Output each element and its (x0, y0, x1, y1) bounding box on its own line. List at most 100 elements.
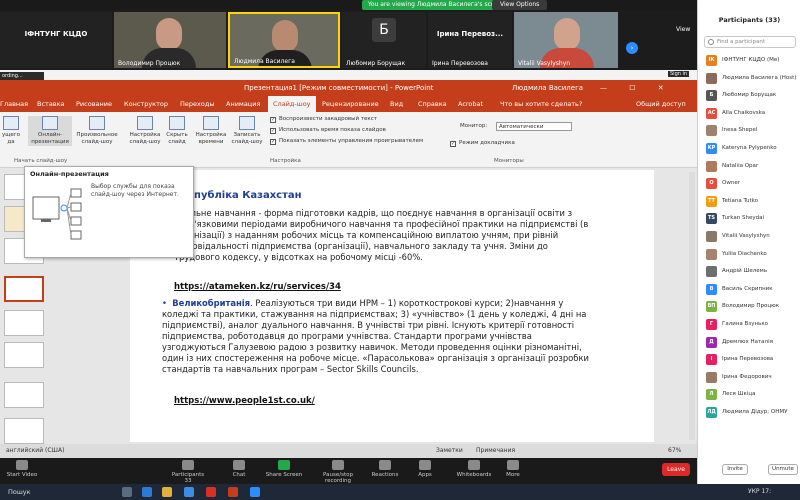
tab-help[interactable]: Справка (418, 96, 447, 112)
slide-thumbnail[interactable] (4, 342, 44, 368)
show-controls-checkbox[interactable]: ✓ Показать элементы управления проигрыват… (270, 136, 423, 146)
participant-row[interactable]: Vitalii Vasylyshyn (698, 228, 800, 246)
invite-button[interactable]: Invite (722, 464, 748, 475)
notes-button[interactable]: Заметки (436, 444, 463, 458)
participant-name: Inesa Shepel (722, 127, 758, 134)
video-tile[interactable]: Vitalii Vasylyshyn (514, 12, 618, 68)
chevron-right-icon[interactable]: › (626, 42, 638, 54)
online-presentation-button[interactable]: Онлайн- презентация (28, 116, 72, 146)
pause-recording-button[interactable]: Pause/stop recording (310, 460, 366, 484)
presenter-view-checkbox[interactable]: ✓ Режим докладчика (450, 138, 515, 148)
participant-row[interactable]: І Ірина Перевозова (698, 351, 800, 369)
participant-row[interactable]: Д Дремлюх Наталія (698, 334, 800, 352)
participant-row[interactable]: Людмила Василега (Host) (698, 70, 800, 88)
file-explorer-icon[interactable] (162, 487, 172, 497)
participants-panel: Participants (33) Find a participant ІК І… (697, 0, 800, 484)
vertical-scrollbar[interactable] (689, 172, 695, 440)
participant-row[interactable]: Б Любомир Борущак (698, 87, 800, 105)
tab-acrobat[interactable]: Acrobat (458, 96, 483, 112)
start-video-button[interactable]: Start Video (4, 460, 40, 478)
record-slideshow-button[interactable]: Записать слайд-шоу (230, 116, 264, 146)
setup-slideshow-button[interactable]: Настройка слайд-шоу (128, 116, 162, 146)
unmute-button[interactable]: Unmute (768, 464, 798, 475)
participant-row[interactable]: O Owner (698, 175, 800, 193)
participant-row[interactable]: TS Turkan Sheydai (698, 210, 800, 228)
participant-row[interactable]: ВП Володимир Процюк (698, 298, 800, 316)
tooltip-description: Выбор службы для показа слайд-шоу через … (91, 183, 179, 198)
slide-thumbnail[interactable] (4, 418, 44, 444)
window-controls[interactable]: — ☐ ✕ (600, 80, 674, 96)
tab-view[interactable]: Вид (390, 96, 403, 112)
participant-row[interactable]: KP Kateryna Pylypenko (698, 140, 800, 158)
participant-row[interactable]: Андрій Шелемь (698, 263, 800, 281)
tab-animation[interactable]: Анимация (226, 96, 260, 112)
tab-slideshow[interactable]: Слайд-шоу (268, 96, 316, 112)
slide-link-atameken[interactable]: https://atameken.kz/ru/services/34 (174, 282, 341, 292)
share-button[interactable]: Общий доступ (636, 96, 686, 112)
view-options-button[interactable]: View Options (492, 0, 548, 10)
slide[interactable]: Республіка Казахстан Дуальне навчання - … (130, 170, 654, 442)
chrome-icon[interactable] (206, 487, 216, 497)
tile-name: Vitalii Vasylyshyn (518, 60, 571, 67)
narration-checkbox[interactable]: ✓ Воспроизвести закадровый текст (270, 114, 377, 124)
participant-name: Людмила Василега (Host) (722, 74, 797, 81)
powerpoint-icon[interactable] (228, 487, 238, 497)
reactions-button[interactable]: Reactions (370, 460, 400, 478)
tab-home[interactable]: Главная (0, 96, 28, 112)
tab-draw[interactable]: Рисование (76, 96, 112, 112)
participant-row[interactable]: Г Галина Взунько (698, 316, 800, 334)
share-screen-button[interactable]: Share Screen (264, 460, 304, 478)
participant-row[interactable]: Л Леся Шкіца (698, 386, 800, 404)
whiteboards-button[interactable]: Whiteboards (454, 460, 494, 478)
view-button[interactable]: View (676, 26, 690, 33)
tell-me-search[interactable]: Что вы хотите сделать? (500, 96, 582, 112)
video-tile-active[interactable]: Людмила Василега (228, 12, 340, 68)
participant-name: Kateryna Pylypenko (722, 144, 777, 151)
video-tile[interactable]: Володимир Процюк (114, 12, 226, 68)
monitor-select[interactable]: Автоматически (496, 122, 572, 131)
task-view-icon[interactable] (122, 487, 132, 497)
zoom-icon[interactable] (250, 487, 260, 497)
participant-name: Любомир Борущак (722, 92, 777, 99)
chat-button[interactable]: Chat (226, 460, 252, 478)
participant-row[interactable]: AC Alla Chaikovska (698, 105, 800, 123)
tab-review[interactable]: Рецензирование (322, 96, 379, 112)
custom-slideshow-button[interactable]: Произвольное слайд-шоу (74, 116, 120, 146)
participant-row[interactable]: Ірина Федорович (698, 369, 800, 387)
sign-in-button[interactable]: Sign in (668, 71, 690, 77)
participant-row[interactable]: Inesa Shepel (698, 122, 800, 140)
participants-button[interactable]: Participants 33 (168, 460, 208, 484)
video-tile[interactable]: ІФНТУНГ КЦДО (0, 12, 112, 68)
tab-transitions[interactable]: Переходы (180, 96, 214, 112)
from-current-button[interactable]: ущего да (0, 116, 22, 146)
participant-row[interactable]: В Василь Скрипник (698, 281, 800, 299)
avatar: ВП (706, 301, 717, 313)
video-tile[interactable]: Б Любомир Борущак (342, 12, 426, 68)
video-tile[interactable]: Ірина Перевоз... Ірина Перевозова (428, 12, 512, 68)
participant-row[interactable]: ІК ІФНТУНГ КЦДО (Me) (698, 52, 800, 70)
participant-row[interactable]: ЛД Людмила Дідур; ОНМУ (698, 404, 800, 422)
tab-design[interactable]: Конструктор (124, 96, 168, 112)
participant-row[interactable]: Nataliia Opar (698, 158, 800, 176)
comments-button[interactable]: Примечания (476, 444, 515, 458)
slide-thumbnail[interactable] (4, 310, 44, 336)
taskbar-search[interactable]: Пошук (2, 486, 120, 498)
zoom-level[interactable]: 67% (668, 444, 681, 458)
more-button[interactable]: More (500, 460, 526, 478)
find-participant-input[interactable]: Find a participant (704, 36, 796, 48)
slide-link-people1st[interactable]: https://www.people1st.co.uk/ (174, 396, 315, 406)
apps-button[interactable]: Apps (412, 460, 438, 478)
avatar: TT (706, 195, 717, 207)
participant-row[interactable]: Yuliia Diachenko (698, 246, 800, 264)
tab-insert[interactable]: Вставка (37, 96, 65, 112)
leave-button[interactable]: Leave (662, 463, 690, 476)
user-name: Людмила Василега (512, 84, 584, 92)
slide-thumbnail-selected[interactable] (4, 276, 44, 302)
rehearse-timings-button[interactable]: Настройка времени (194, 116, 228, 146)
hide-slide-button[interactable]: Скрыть слайд (164, 116, 190, 146)
use-timings-checkbox[interactable]: ✓ Использовать время показа слайдов (270, 125, 386, 135)
edge-icon[interactable] (142, 487, 152, 497)
participant-row[interactable]: TT Tetiana Tutko (698, 193, 800, 211)
slide-thumbnail[interactable] (4, 382, 44, 408)
store-icon[interactable] (184, 487, 194, 497)
